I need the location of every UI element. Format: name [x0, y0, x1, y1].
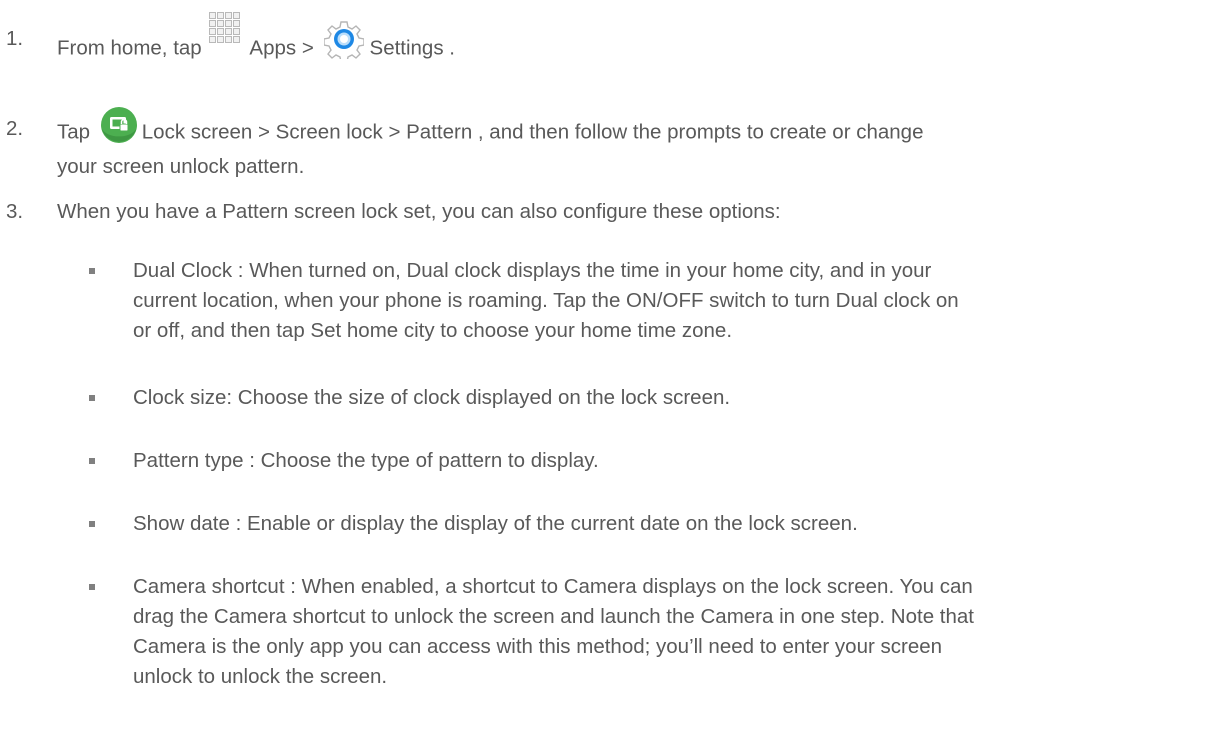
step-number: 2.: [6, 117, 24, 140]
apps-label: Apps >: [249, 36, 314, 60]
settings-label: Settings .: [369, 36, 455, 60]
step-number: 1.: [6, 27, 24, 50]
step-text: Tap: [57, 120, 91, 144]
step-text-rest: Lock screen > Screen lock > Pattern , an…: [141, 120, 924, 144]
list-item-line: Clock size: Choose the size of clock dis…: [133, 386, 731, 409]
list-item-line: unlock to unlock the screen.: [133, 665, 388, 688]
list-item-line: Pattern type : Choose the type of patter…: [133, 449, 599, 472]
list-item-line: or off, and then tap Set home city to ch…: [133, 319, 733, 342]
bullet-marker: [89, 521, 95, 527]
list-item-line: current location, when your phone is roa…: [133, 289, 959, 312]
list-item-line: Show date : Enable or display the displa…: [133, 512, 858, 535]
step-text: When you have a Pattern screen lock set,…: [57, 200, 781, 223]
list-item-line: Camera is the only app you can access wi…: [133, 635, 943, 658]
bullet-marker: [89, 584, 95, 590]
settings-gear-icon: [323, 21, 364, 59]
instructions-page: 1. From home, tap Apps > Settings . 2. T…: [0, 0, 1219, 736]
list-item-line: drag the Camera shortcut to unlock the s…: [133, 605, 974, 628]
step-text: From home, tap: [57, 36, 202, 60]
list-item-line: Camera shortcut : When enabled, a shortc…: [133, 575, 973, 598]
apps-grid-icon: [209, 12, 243, 62]
lock-screen-icon: [100, 107, 137, 143]
step-number: 3.: [6, 200, 24, 223]
bullet-marker: [89, 268, 95, 274]
bullet-marker: [89, 458, 95, 464]
list-item-line: Dual Clock : When turned on, Dual clock …: [133, 259, 932, 282]
bullet-marker: [89, 395, 95, 401]
step-text-line2: your screen unlock pattern.: [57, 155, 305, 178]
